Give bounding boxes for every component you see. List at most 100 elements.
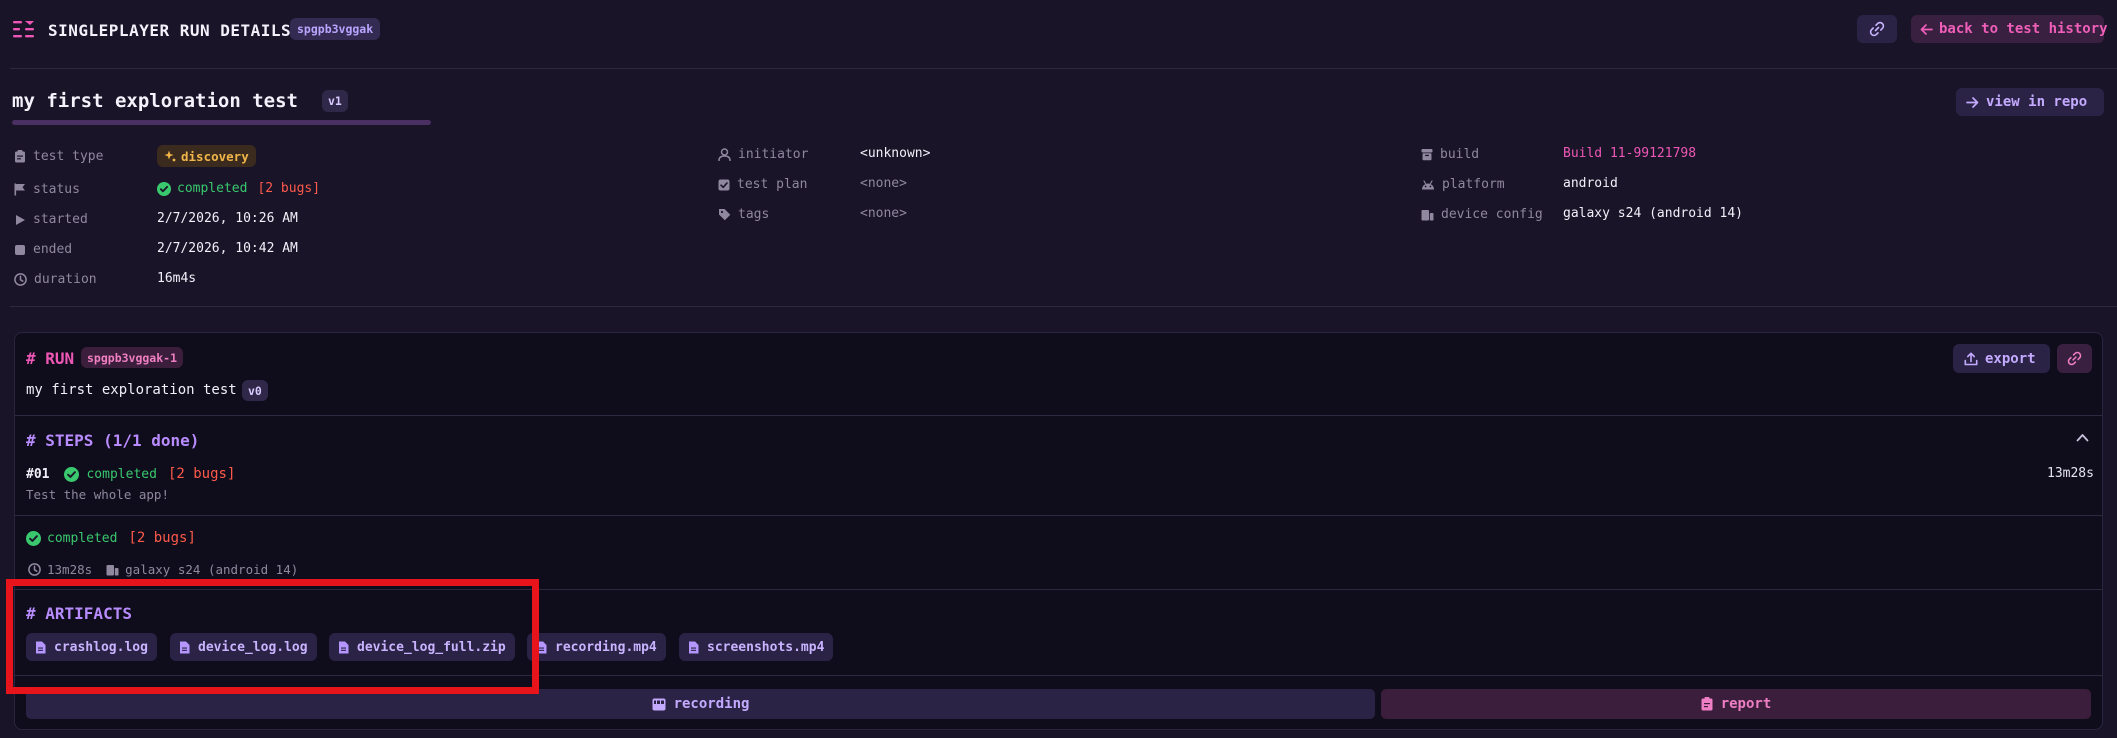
- video-icon: [652, 698, 666, 711]
- build-link[interactable]: Build 11-99121798: [1563, 146, 1696, 161]
- file-icon: [338, 641, 349, 654]
- status-text: completed: [177, 181, 248, 196]
- started-value: 2/7/2026, 10:26 AM: [157, 211, 298, 226]
- started-label: started: [14, 212, 88, 227]
- summary-duration: 13m28s: [47, 562, 93, 577]
- package-icon: [1421, 148, 1433, 161]
- header-bar: SINGLEPLAYER RUN DETAILS spgpb3vggak bac…: [0, 0, 2117, 58]
- devices-icon: [106, 563, 119, 576]
- clipboard-icon: [14, 150, 26, 163]
- tags-value: <none>: [860, 206, 907, 221]
- run-id-tag: spgpb3vggak-1: [81, 347, 184, 368]
- play-icon: [14, 214, 26, 226]
- export-label: export: [1985, 350, 2036, 367]
- run-link-button[interactable]: [2057, 344, 2092, 373]
- user-icon: [718, 148, 731, 161]
- check-circle-icon: [157, 181, 171, 196]
- report-button[interactable]: report: [1381, 689, 2091, 719]
- run-test-name: my first exploration test: [26, 382, 237, 398]
- artifact-recording[interactable]: recording.mp4: [527, 633, 666, 661]
- summary-device: galaxy s24 (android 14): [125, 562, 299, 577]
- initiator-value: <unknown>: [860, 146, 931, 161]
- clock-icon: [14, 273, 27, 286]
- flag-icon: [14, 183, 26, 196]
- status-bugs: [2 bugs]: [257, 181, 321, 196]
- artifacts-divider: [15, 675, 2102, 676]
- upload-icon: [1964, 352, 1978, 366]
- steps-divider: [15, 515, 2102, 516]
- file-icon: [35, 641, 46, 654]
- file-icon: [688, 641, 699, 654]
- status-label: status: [14, 182, 80, 197]
- test-name: my first exploration test: [12, 90, 298, 112]
- artifact-crashlog[interactable]: crashlog.log: [26, 633, 157, 661]
- menu-list-icon[interactable]: [13, 20, 35, 39]
- file-icon: [536, 641, 547, 654]
- copy-link-button[interactable]: [1857, 15, 1897, 43]
- build-label: build: [1421, 147, 1479, 162]
- stop-icon: [14, 244, 26, 256]
- arrow-left-icon: [1920, 23, 1933, 36]
- run-summary-meta: 13m28s galaxy s24 (android 14): [28, 562, 298, 577]
- tag-icon: [718, 208, 731, 221]
- artifacts-heading: # ARTIFACTS: [26, 604, 132, 623]
- run-heading: # RUN: [26, 349, 75, 368]
- device-config-value: galaxy s24 (android 14): [1563, 206, 1744, 221]
- back-to-test-history-button[interactable]: back to test history: [1911, 15, 2108, 43]
- artifact-screenshots[interactable]: screenshots.mp4: [679, 633, 834, 661]
- step-row[interactable]: #01 completed [2 bugs]: [26, 466, 235, 482]
- test-type-badge: discovery: [157, 145, 256, 167]
- run-divider: [15, 415, 2102, 416]
- test-title-underline: [12, 120, 431, 125]
- tags-label: tags: [718, 207, 769, 222]
- platform-value: android: [1563, 176, 1618, 191]
- report-icon: [1701, 697, 1713, 711]
- run-summary-status: completed [2 bugs]: [26, 530, 196, 546]
- checkbox-icon: [718, 179, 730, 191]
- step-status: completed: [86, 466, 157, 482]
- platform-label: platform: [1421, 177, 1505, 192]
- initiator-label: initiator: [718, 147, 808, 162]
- arrow-right-icon: [1966, 96, 1979, 109]
- device-config-label: device config: [1421, 207, 1543, 222]
- test-plan-label: test plan: [718, 177, 807, 192]
- ended-value: 2/7/2026, 10:42 AM: [157, 241, 298, 256]
- recording-button[interactable]: recording: [26, 689, 1375, 719]
- export-button[interactable]: export: [1953, 344, 2050, 373]
- step-number: #01: [26, 466, 50, 482]
- run-id-badge: spgpb3vggak: [290, 18, 381, 40]
- view-in-repo-label: view in repo: [1986, 94, 2088, 110]
- link-icon: [2067, 351, 2082, 366]
- step-bugs: [2 bugs]: [167, 466, 236, 482]
- status-value: completed [2 bugs]: [157, 181, 320, 196]
- view-in-repo-button[interactable]: view in repo: [1956, 88, 2104, 116]
- meta-divider: [10, 306, 2117, 307]
- artifact-device-log[interactable]: device_log.log: [170, 633, 317, 661]
- summary-status: completed: [47, 530, 118, 546]
- android-icon: [1421, 179, 1435, 191]
- run-version-badge: v0: [242, 380, 268, 401]
- test-type-label: test type: [14, 149, 103, 164]
- recording-label: recording: [673, 696, 750, 712]
- page-title: SINGLEPLAYER RUN DETAILS: [48, 21, 292, 40]
- test-version-badge: v1: [322, 90, 348, 112]
- report-label: report: [1720, 696, 1772, 712]
- duration-value: 16m4s: [157, 271, 197, 286]
- sparkle-icon: [164, 150, 176, 162]
- step-duration: 13m28s: [2047, 466, 2094, 481]
- check-circle-icon: [26, 530, 41, 546]
- collapse-chevron-icon[interactable]: [2076, 433, 2089, 442]
- steps-heading: # STEPS (1/1 done): [26, 431, 200, 450]
- file-icon: [179, 641, 190, 654]
- ended-label: ended: [14, 242, 72, 257]
- devices-icon: [1421, 208, 1434, 221]
- back-label: back to test history: [1939, 21, 2108, 37]
- header-divider: [10, 68, 2117, 69]
- run-panel: [14, 332, 2103, 730]
- test-plan-value: <none>: [860, 176, 907, 191]
- summary-divider: [15, 589, 2102, 590]
- duration-label: duration: [14, 272, 97, 287]
- artifact-device-log-full[interactable]: device_log_full.zip: [329, 633, 515, 661]
- step-description: Test the whole app!: [26, 487, 169, 502]
- link-icon: [1869, 21, 1885, 37]
